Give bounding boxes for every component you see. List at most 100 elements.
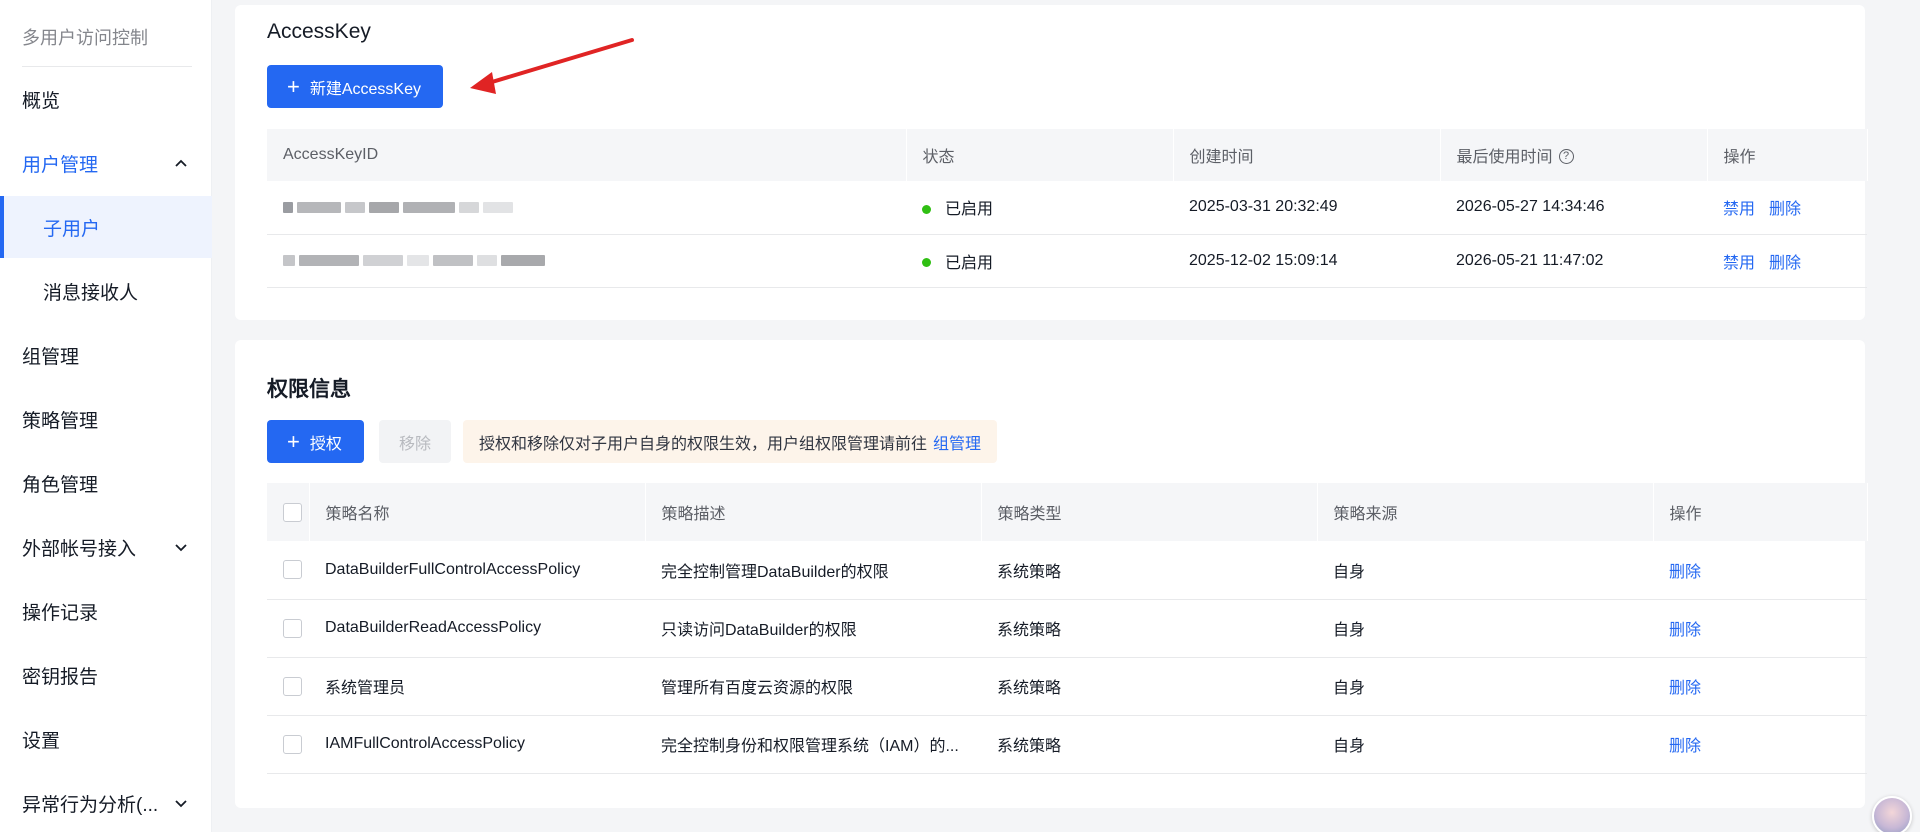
permissions-title: 权限信息 xyxy=(267,378,351,401)
policy-name: DataBuilderReadAccessPolicy xyxy=(309,599,645,658)
policy-name: DataBuilderFullControlAccessPolicy xyxy=(309,541,645,600)
policy-desc: 完全控制管理DataBuilder的权限 xyxy=(645,541,981,600)
col-actions: 操作 xyxy=(1653,483,1868,541)
redacted-key xyxy=(283,201,906,213)
sidebar-item-label: 策略管理 xyxy=(22,410,99,432)
policy-type: 系统策略 xyxy=(981,541,1317,600)
sidebar-item-label: 子用户 xyxy=(43,218,101,240)
grant-button[interactable]: + 授权 xyxy=(267,420,364,463)
sidebar-item-policy-management[interactable]: 策略管理 xyxy=(0,388,212,450)
chevron-up-icon xyxy=(175,159,187,167)
sidebar-item-label: 消息接收人 xyxy=(43,282,139,304)
sidebar-item-message-receivers[interactable]: 消息接收人 xyxy=(0,260,212,322)
delete-link[interactable]: 删除 xyxy=(1669,564,1701,581)
status-cell: 已启用 xyxy=(906,181,1173,235)
row-checkbox[interactable] xyxy=(283,618,302,638)
table-header-row: 策略名称 策略描述 策略类型 策略来源 操作 xyxy=(267,483,1868,541)
col-status: 状态 xyxy=(906,129,1174,181)
notice-text: 授权和移除仅对子用户自身的权限生效，用户组权限管理请前往 xyxy=(479,435,928,453)
chevron-down-icon xyxy=(175,544,187,552)
select-all-checkbox[interactable] xyxy=(283,502,302,522)
sidebar-item-settings[interactable]: 设置 xyxy=(0,708,212,770)
actions-cell: 禁用 删除 xyxy=(1707,181,1867,235)
last-used-cell: 2026-05-21 11:47:02 xyxy=(1440,234,1707,288)
checkbox-cell xyxy=(267,599,309,658)
permission-notice: 授权和移除仅对子用户自身的权限生效，用户组权限管理请前往 组管理 xyxy=(463,420,998,463)
sidebar-title: 多用户访问控制 xyxy=(22,28,148,48)
actions-cell: 删除 xyxy=(1653,657,1867,716)
sidebar-item-external-accounts[interactable]: 外部帐号接入 xyxy=(0,516,212,578)
row-checkbox[interactable] xyxy=(283,676,302,696)
accesskey-title: AccessKey xyxy=(267,20,371,43)
sidebar-item-label: 密钥报告 xyxy=(22,666,99,688)
disable-link[interactable]: 禁用 xyxy=(1723,255,1755,272)
col-last-used-label: 最后使用时间 xyxy=(1456,149,1553,166)
actions-cell: 删除 xyxy=(1653,541,1867,600)
row-checkbox[interactable] xyxy=(283,560,302,580)
table-row: 已启用 2025-12-02 15:09:14 2026-05-21 11:47… xyxy=(267,234,1867,288)
help-icon[interactable]: ? xyxy=(1558,149,1574,165)
policy-source: 自身 xyxy=(1317,599,1653,658)
policy-source: 自身 xyxy=(1317,715,1653,774)
policy-type: 系统策略 xyxy=(981,657,1317,716)
status-enabled-dot xyxy=(922,257,931,267)
actions-cell: 删除 xyxy=(1653,715,1867,774)
col-policy-name: 策略名称 xyxy=(309,483,646,541)
sidebar-item-anomaly-analysis[interactable]: 异常行为分析(... xyxy=(0,772,212,832)
policy-name: 系统管理员 xyxy=(309,657,645,716)
sidebar-item-label: 角色管理 xyxy=(22,474,99,496)
col-policy-source: 策略来源 xyxy=(1317,483,1654,541)
actions-cell: 删除 xyxy=(1653,599,1867,658)
status-cell: 已启用 xyxy=(906,234,1173,288)
policy-type: 系统策略 xyxy=(981,599,1317,658)
accesskey-id-redacted xyxy=(267,234,906,288)
table-row: DataBuilderFullControlAccessPolicy 完全控制管… xyxy=(267,541,1867,600)
sidebar-item-operation-log[interactable]: 操作记录 xyxy=(0,580,212,642)
row-checkbox[interactable] xyxy=(283,734,302,754)
table-row: IAMFullControlAccessPolicy 完全控制身份和权限管理系统… xyxy=(267,715,1867,774)
policy-desc: 完全控制身份和权限管理系统（IAM）的... xyxy=(645,715,981,774)
sidebar-item-label: 组管理 xyxy=(22,346,80,368)
sidebar-item-label: 概览 xyxy=(22,90,61,112)
table-row: DataBuilderReadAccessPolicy 只读访问DataBuil… xyxy=(267,599,1867,658)
page: 多用户访问控制 概览 用户管理 子用户 消息接收人 组管理 策略管理 角色管理 … xyxy=(0,0,1920,832)
accesskey-id-redacted xyxy=(267,181,906,235)
plus-icon: + xyxy=(287,428,300,454)
col-accesskey-id: AccessKeyID xyxy=(267,129,907,181)
status-enabled-dot xyxy=(922,204,931,214)
remove-button[interactable]: 移除 xyxy=(379,420,451,463)
sidebar-item-group-management[interactable]: 组管理 xyxy=(0,324,212,386)
table-header-row: AccessKeyID 状态 创建时间 最后使用时间? 操作 xyxy=(267,129,1868,181)
delete-link[interactable]: 删除 xyxy=(1669,680,1701,697)
new-accesskey-label: 新建AccessKey xyxy=(309,80,422,98)
group-management-link[interactable]: 组管理 xyxy=(933,430,981,454)
delete-link[interactable]: 删除 xyxy=(1769,255,1801,272)
sidebar-item-label: 用户管理 xyxy=(22,154,99,176)
policy-desc: 管理所有百度云资源的权限 xyxy=(645,657,981,716)
col-last-used: 最后使用时间? xyxy=(1440,129,1708,181)
sidebar-item-sub-users[interactable]: 子用户 xyxy=(0,196,212,258)
actions-cell: 禁用 删除 xyxy=(1707,234,1867,288)
sidebar-item-key-report[interactable]: 密钥报告 xyxy=(0,644,212,706)
sidebar-item-label: 操作记录 xyxy=(22,602,99,624)
policy-source: 自身 xyxy=(1317,657,1653,716)
new-accesskey-button[interactable]: + 新建AccessKey xyxy=(267,65,444,108)
table-row: 系统管理员 管理所有百度云资源的权限 系统策略 自身 删除 xyxy=(267,657,1867,716)
col-policy-desc: 策略描述 xyxy=(645,483,982,541)
avatar[interactable] xyxy=(1872,796,1912,832)
disable-link[interactable]: 禁用 xyxy=(1723,201,1755,218)
sidebar-item-user-management[interactable]: 用户管理 xyxy=(0,132,212,194)
sidebar-item-overview[interactable]: 概览 xyxy=(0,68,212,130)
sidebar-item-role-management[interactable]: 角色管理 xyxy=(0,452,212,514)
delete-link[interactable]: 删除 xyxy=(1669,738,1701,755)
delete-link[interactable]: 删除 xyxy=(1769,201,1801,218)
policy-desc: 只读访问DataBuilder的权限 xyxy=(645,599,981,658)
grant-button-label: 授权 xyxy=(309,435,342,453)
sidebar: 多用户访问控制 概览 用户管理 子用户 消息接收人 组管理 策略管理 角色管理 … xyxy=(0,0,212,832)
last-used-cell: 2026-05-27 14:34:46 xyxy=(1440,181,1707,235)
created-cell: 2025-03-31 20:32:49 xyxy=(1173,181,1440,235)
permissions-table: 策略名称 策略描述 策略类型 策略来源 操作 DataBuilderFullCo… xyxy=(267,483,1868,774)
accesskey-card: AccessKey + 新建AccessKey AccessKeyID 状态 创… xyxy=(235,5,1868,320)
policy-source: 自身 xyxy=(1317,541,1653,600)
delete-link[interactable]: 删除 xyxy=(1669,622,1701,639)
